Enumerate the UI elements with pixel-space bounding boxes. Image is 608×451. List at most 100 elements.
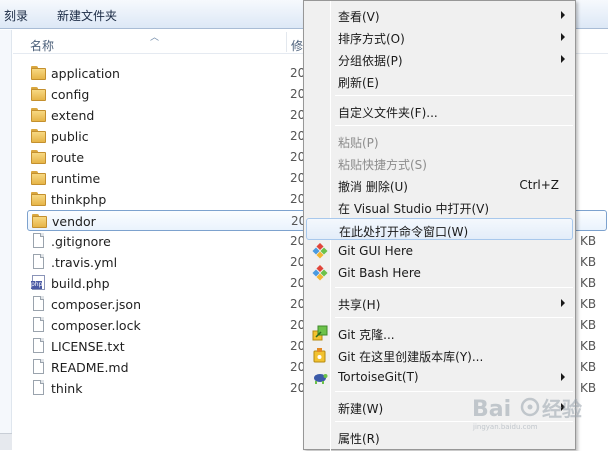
menu-item-label: Git 克隆...	[338, 328, 395, 342]
file-size: KB	[580, 360, 597, 374]
menu-item-tortoisegit[interactable]: TortoiseGit(T)	[306, 366, 573, 388]
file-icon	[31, 380, 46, 396]
file-name: extend	[51, 108, 95, 123]
file-name: vendor	[52, 214, 96, 229]
file-size: KB	[580, 234, 597, 248]
menu-item-label: 属性(R)	[338, 432, 380, 446]
burn-button[interactable]: 刻录	[4, 7, 28, 24]
svg-text:Bai: Bai	[472, 397, 511, 422]
folder-icon	[31, 86, 46, 102]
file-name: application	[51, 66, 120, 81]
menu-item-customize[interactable]: 自定义文件夹(F)...	[306, 100, 573, 122]
git-diamond-icon	[312, 264, 328, 281]
file-name: build.php	[51, 276, 110, 291]
file-name: composer.json	[51, 297, 142, 312]
file-name: LICENSE.txt	[51, 339, 125, 354]
menu-item-label: 共享(H)	[338, 298, 381, 312]
new-folder-button[interactable]: 新建文件夹	[57, 7, 117, 24]
file-name: composer.lock	[51, 318, 141, 333]
menu-item-label: 查看(V)	[338, 10, 380, 24]
menu-item-git-bash[interactable]: Git Bash Here	[306, 262, 573, 284]
php-file-icon: php	[31, 275, 46, 291]
file-size: KB	[580, 318, 597, 332]
column-header-modified[interactable]: 修	[291, 37, 303, 54]
file-name: .travis.yml	[51, 255, 118, 270]
git-repo-icon	[312, 347, 328, 363]
file-name: README.md	[51, 360, 129, 375]
menu-item-label: Git GUI Here	[338, 244, 414, 258]
file-icon	[31, 296, 46, 312]
menu-item-label: 撤消 删除(U)	[338, 180, 408, 194]
menu-item-git-clone[interactable]: Git 克隆...	[306, 322, 573, 344]
menu-item-paste-shortcut: 粘贴快捷方式(S)	[306, 152, 573, 174]
menu-item-label: 粘贴快捷方式(S)	[338, 158, 427, 172]
folder-icon	[31, 170, 46, 186]
menu-item-label: 新建(W)	[338, 402, 384, 416]
submenu-arrow-icon	[561, 373, 565, 381]
column-divider[interactable]	[286, 32, 287, 52]
folder-icon	[31, 149, 46, 165]
menu-separator	[335, 317, 573, 318]
context-menu: 查看(V) 排序方式(O) 分组依据(P) 刷新(E) 自定义文件夹(F)... 粘贴(P…	[303, 0, 576, 451]
folder-icon	[31, 107, 46, 123]
menu-item-shortcut: Ctrl+Z	[519, 178, 559, 192]
menu-item-label: 排序方式(O)	[338, 32, 405, 46]
menu-separator	[335, 95, 573, 96]
file-icon	[31, 338, 46, 354]
file-size: KB	[580, 339, 597, 353]
menu-item-share[interactable]: 共享(H)	[306, 292, 573, 314]
menu-item-label: 在此处打开命令窗口(W)	[339, 225, 469, 239]
menu-item-label: 分组依据(P)	[338, 54, 403, 68]
file-icon	[31, 317, 46, 333]
submenu-arrow-icon	[561, 11, 565, 19]
file-size: KB	[580, 297, 597, 311]
tortoise-icon	[312, 369, 328, 385]
folder-icon	[31, 128, 46, 144]
menu-item-undo-delete[interactable]: 撤消 删除(U) Ctrl+Z	[306, 174, 573, 196]
navigation-pane-scrollbar[interactable]	[0, 433, 12, 450]
menu-item-label: Git 在这里创建版本库(Y)...	[338, 350, 484, 364]
file-name: think	[51, 381, 83, 396]
file-icon	[31, 233, 46, 249]
file-name: public	[51, 129, 89, 144]
file-icon	[31, 359, 46, 375]
sort-ascending-icon: ︿	[150, 33, 160, 43]
folder-icon	[32, 213, 47, 229]
file-size: KB	[580, 276, 597, 290]
menu-item-label: 刷新(E)	[338, 76, 379, 90]
submenu-arrow-icon	[561, 55, 565, 63]
file-name: .gitignore	[51, 234, 111, 249]
folder-icon	[31, 65, 46, 81]
folder-icon	[31, 191, 46, 207]
file-name: route	[51, 150, 85, 165]
menu-item-label: TortoiseGit(T)	[338, 370, 419, 384]
menu-item-sort[interactable]: 排序方式(O)	[306, 26, 573, 48]
column-header-name[interactable]: 名称	[30, 37, 54, 54]
baidu-jingyan-watermark: Bai 经验 jingyan.baidu.com	[472, 397, 582, 431]
menu-item-git-gui[interactable]: Git GUI Here	[306, 240, 573, 262]
menu-item-group[interactable]: 分组依据(P)	[306, 48, 573, 70]
menu-item-refresh[interactable]: 刷新(E)	[306, 70, 573, 92]
submenu-arrow-icon	[561, 299, 565, 307]
menu-item-open-vs[interactable]: 在 Visual Studio 中打开(V)	[306, 196, 573, 218]
git-diamond-icon	[312, 242, 328, 259]
navigation-pane[interactable]	[0, 30, 12, 450]
file-icon	[31, 254, 46, 270]
menu-item-label: 在 Visual Studio 中打开(V)	[338, 202, 490, 216]
file-name: config	[51, 87, 90, 102]
file-name: runtime	[51, 171, 101, 186]
menu-item-open-cmd[interactable]: 在此处打开命令窗口(W)	[306, 218, 573, 240]
menu-separator	[335, 287, 573, 288]
menu-item-label: 粘贴(P)	[338, 136, 379, 150]
file-size: KB	[580, 255, 597, 269]
menu-item-paste: 粘贴(P)	[306, 130, 573, 152]
menu-item-view[interactable]: 查看(V)	[306, 4, 573, 26]
menu-item-label: 自定义文件夹(F)...	[338, 106, 438, 120]
menu-separator	[335, 125, 573, 126]
submenu-arrow-icon	[561, 33, 565, 41]
menu-item-git-create-repo[interactable]: Git 在这里创建版本库(Y)...	[306, 344, 573, 366]
file-name: thinkphp	[51, 192, 107, 207]
svg-text:jingyan.baidu.com: jingyan.baidu.com	[472, 423, 538, 431]
git-clone-icon	[312, 325, 328, 341]
menu-item-label: Git Bash Here	[338, 266, 421, 280]
